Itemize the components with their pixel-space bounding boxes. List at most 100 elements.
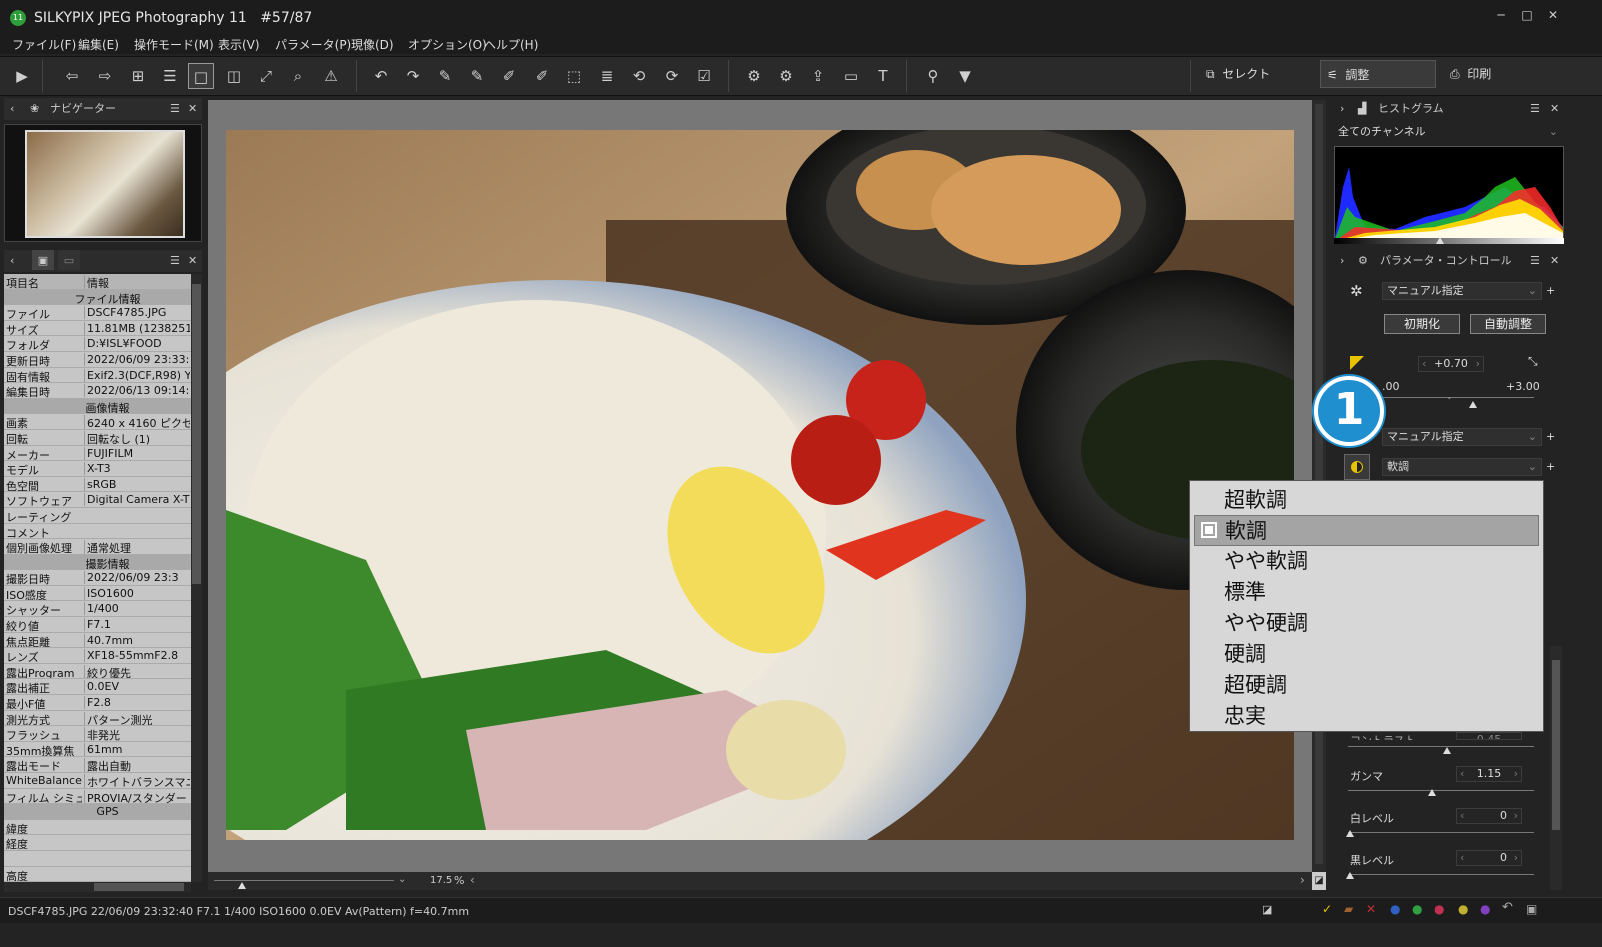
info-row[interactable]: コメント: [4, 524, 191, 540]
navigator-toggle-icon[interactable]: ◪: [1312, 872, 1326, 890]
info-row[interactable]: シャッター 1/400: [4, 601, 191, 618]
fullscreen-icon[interactable]: ⤢: [253, 63, 279, 89]
contrast-button[interactable]: [1344, 454, 1370, 480]
purple-label-icon[interactable]: ●: [1480, 902, 1490, 916]
contrast-slider-knob[interactable]: [1443, 747, 1451, 754]
contrast-value[interactable]: 0.45: [1456, 732, 1522, 740]
undo-mark-icon[interactable]: ↶: [1502, 900, 1513, 915]
dropdown-option-standard[interactable]: 標準: [1190, 577, 1545, 608]
add-preset-icon[interactable]: +: [1546, 284, 1555, 297]
info-row[interactable]: 回転 回転なし (1): [4, 430, 191, 446]
increment-icon[interactable]: ›: [1514, 809, 1518, 823]
gamma-slider-track[interactable]: [1348, 790, 1534, 791]
auto-adjust-button[interactable]: 自動調整: [1470, 314, 1546, 334]
contrast-slider-track[interactable]: [1348, 746, 1534, 747]
close-icon[interactable]: ✕: [1542, 8, 1564, 24]
info-row[interactable]: メーカー FUJIFILM: [4, 446, 191, 462]
gamma-value[interactable]: 1.15: [1477, 767, 1502, 780]
decrement-icon[interactable]: ‹: [1460, 809, 1464, 823]
preset-select[interactable]: マニュアル指定 ⌄: [1382, 282, 1542, 300]
black-level-value-box[interactable]: ‹ 0 ›: [1456, 850, 1522, 866]
layers-icon[interactable]: ≣: [594, 63, 620, 89]
panel-close-icon[interactable]: ✕: [188, 98, 197, 120]
info-row[interactable]: 35mm換算焦 61mm: [4, 742, 191, 758]
green-label-icon[interactable]: ●: [1412, 902, 1422, 916]
collapse-arrow-icon[interactable]: ‹: [10, 250, 14, 272]
exposure-slider-track[interactable]: [1382, 397, 1534, 398]
gear-icon[interactable]: ✲: [1350, 282, 1363, 300]
warning-icon[interactable]: ⚠: [318, 63, 344, 89]
blue-label-icon[interactable]: ●: [1390, 902, 1400, 916]
info-row[interactable]: ファイル DSCF4785.JPG: [4, 305, 191, 321]
next-image-icon[interactable]: ⇨: [92, 63, 118, 89]
zoom-dropdown-icon[interactable]: ⌄: [398, 874, 406, 885]
compare-view-icon[interactable]: ◫: [221, 63, 247, 89]
panel-close-icon[interactable]: ✕: [188, 250, 197, 272]
zoom-slider-track[interactable]: [214, 880, 394, 881]
navigator-preview[interactable]: [4, 124, 202, 242]
scrollbar-thumb[interactable]: [192, 284, 201, 584]
reset-button[interactable]: 初期化: [1384, 314, 1460, 334]
panel-close-icon[interactable]: ✕: [1550, 250, 1559, 272]
red-label-icon[interactable]: ●: [1434, 902, 1444, 916]
gamma-value-box[interactable]: ‹ 1.15 ›: [1456, 766, 1522, 782]
dropdown-option-slightly-soft[interactable]: やや軟調: [1190, 546, 1545, 577]
thumbnail-view-icon[interactable]: ⊞: [125, 63, 151, 89]
exposure-value[interactable]: +0.70: [1434, 357, 1468, 370]
crop-icon[interactable]: ⬚: [561, 63, 587, 89]
filter-icon[interactable]: ▼: [952, 63, 978, 89]
scrollbar-thumb[interactable]: [94, 883, 184, 891]
single-view-icon[interactable]: □: [188, 63, 214, 89]
rotate-left-icon[interactable]: ⟲: [626, 63, 652, 89]
reject-mark-icon[interactable]: ✕: [1366, 902, 1376, 916]
exposure-slider-knob[interactable]: [1469, 401, 1477, 408]
ok-mark-icon[interactable]: ✓: [1322, 902, 1332, 916]
menu-view[interactable]: 表示(V): [218, 36, 260, 53]
decrement-icon[interactable]: ‹: [1422, 357, 1426, 371]
exposure-value-box[interactable]: ‹ +0.70 ›: [1418, 356, 1484, 372]
panel-menu-icon[interactable]: ☰: [170, 98, 180, 120]
info-row[interactable]: フラッシュ 非発光: [4, 726, 191, 742]
info-row[interactable]: ISO感度 ISO1600: [4, 586, 191, 602]
minimize-icon[interactable]: ─: [1490, 8, 1512, 24]
develop-icon[interactable]: ⚙: [741, 63, 767, 89]
zoom-slider-knob[interactable]: [238, 882, 246, 889]
filmstrip-view-icon[interactable]: ☰: [157, 63, 183, 89]
info-row[interactable]: モデル X-T3: [4, 461, 191, 477]
info-row[interactable]: レーティング: [4, 508, 191, 524]
undo-icon[interactable]: ↶: [368, 63, 394, 89]
dropdown-option-slightly-hard[interactable]: やや硬調: [1190, 608, 1545, 639]
info-row[interactable]: 画素 6240 x 4160 ピクセ: [4, 414, 191, 430]
info-row[interactable]: レンズ XF18-55mmF2.8: [4, 648, 191, 664]
zoom-icon[interactable]: ⌕: [285, 63, 311, 89]
info-row[interactable]: 経度: [4, 835, 191, 851]
dropdown-option-super-soft[interactable]: 超軟調: [1190, 485, 1545, 516]
batch-develop-icon[interactable]: ⚙: [773, 63, 799, 89]
scroll-right-icon[interactable]: ›: [1300, 873, 1305, 887]
open-file-icon[interactable]: ▶: [9, 63, 35, 89]
menu-file[interactable]: ファイル(F): [12, 36, 76, 53]
collapse-arrow-icon[interactable]: ‹: [10, 98, 14, 120]
lock-icon[interactable]: ▣: [1526, 902, 1537, 916]
maximize-icon[interactable]: □: [1516, 8, 1538, 24]
dropdown-option-faithful[interactable]: 忠実: [1190, 701, 1545, 732]
increment-icon[interactable]: ›: [1476, 357, 1480, 371]
black-level-slider-track[interactable]: [1348, 874, 1534, 875]
print-mode-button[interactable]: ⎙ 印刷: [1444, 60, 1554, 88]
text-tool-icon[interactable]: T: [870, 63, 896, 89]
info-row[interactable]: フォルダ D:¥ISL¥FOOD: [4, 336, 191, 352]
redo-icon[interactable]: ↷: [400, 63, 426, 89]
menu-develop[interactable]: 現像(D): [351, 36, 394, 53]
select-mode-button[interactable]: ⧉ セレクト: [1200, 60, 1310, 88]
copy-parameter-icon[interactable]: ✎: [432, 63, 458, 89]
decrement-icon[interactable]: ‹: [1460, 767, 1464, 781]
dropdown-option-hard[interactable]: 硬調: [1190, 639, 1545, 670]
black-level-value[interactable]: 0: [1500, 851, 1507, 865]
expand-arrow-icon[interactable]: ›: [1340, 250, 1344, 272]
previous-image-icon[interactable]: ⇦: [59, 63, 85, 89]
folder-tab-icon[interactable]: ▭: [58, 250, 80, 270]
info-tab-icon[interactable]: ▣: [32, 250, 54, 270]
scroll-left-icon[interactable]: ‹: [470, 873, 475, 887]
add-preset-icon[interactable]: +: [1546, 430, 1555, 443]
info-row[interactable]: 測光方式 パターン測光: [4, 711, 191, 727]
